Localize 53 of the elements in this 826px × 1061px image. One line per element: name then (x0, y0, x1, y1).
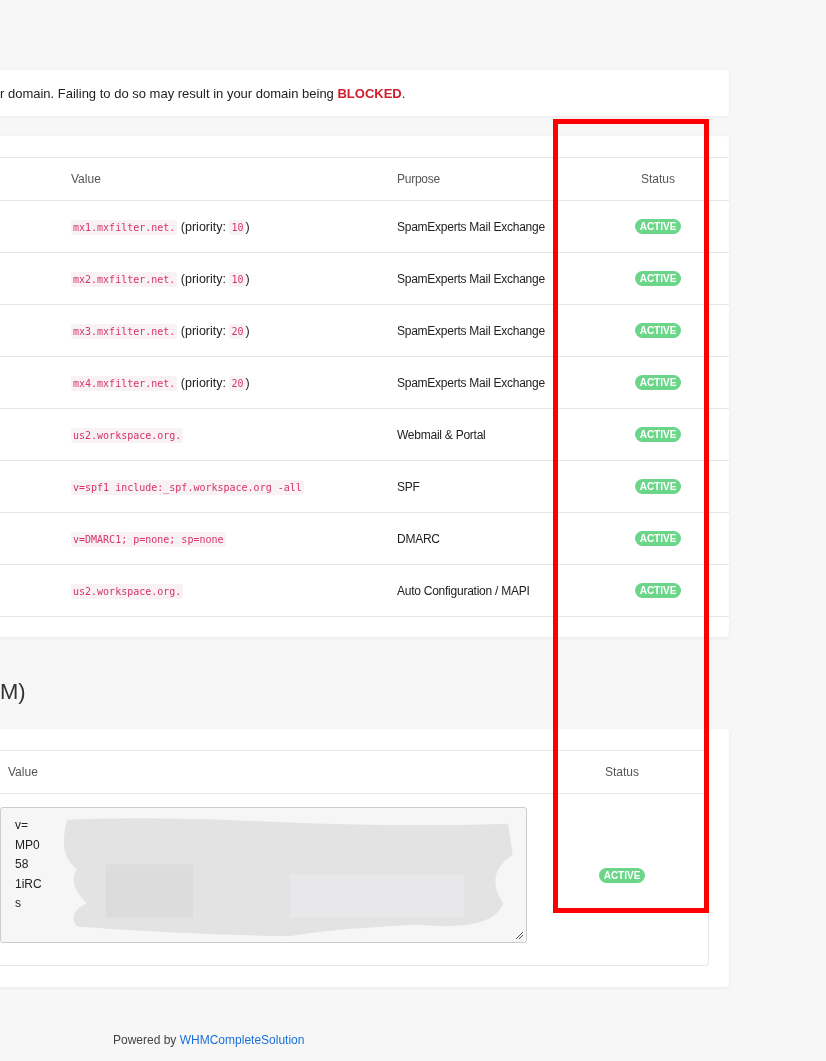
record-value: v=spf1 include:_spf.workspace.org -all (71, 479, 304, 495)
purpose-text: Webmail & Portal (397, 427, 486, 442)
column-header: Value (71, 172, 101, 186)
closing-paren: ) (245, 219, 250, 234)
purpose-text: DMARC (397, 531, 440, 546)
priority-value: 10 (229, 271, 246, 287)
purpose-text: Auto Configuration / MAPI (397, 583, 530, 598)
resize-handle-icon[interactable] (515, 931, 524, 940)
priority-label: (priority: (180, 219, 226, 234)
priority-value: 20 (229, 323, 246, 339)
dkim-value-text: 1iRC (15, 876, 42, 891)
status-badge: ACTIVE (634, 427, 682, 442)
dkim-value-text: 58 (15, 857, 29, 871)
record-value: mx3.mxfilter.net. (71, 323, 178, 339)
purpose-text: SpamExperts Mail Exchange (397, 375, 545, 390)
dkim-value-text: s (15, 896, 21, 910)
priority-value: 10 (229, 219, 246, 235)
record-value: mx1.mxfilter.net. (71, 219, 178, 235)
status-badge: ACTIVE (634, 375, 682, 390)
priority-label: (priority: (180, 323, 226, 338)
column-header: Status (605, 765, 639, 779)
status-badge: ACTIVE (634, 531, 682, 546)
status-badge: ACTIVE (598, 868, 646, 883)
purpose-text: SpamExperts Mail Exchange (397, 271, 545, 286)
closing-paren: ) (245, 271, 250, 286)
footer-text: Powered by (113, 1033, 177, 1047)
record-value: us2.workspace.org. (71, 427, 184, 443)
record-value: mx4.mxfilter.net. (71, 375, 178, 391)
record-value: us2.workspace.org. (71, 583, 184, 599)
footer-link[interactable]: WHMCompleteSolution (179, 1033, 305, 1047)
status-badge: ACTIVE (634, 271, 682, 286)
priority-value: 20 (229, 375, 246, 391)
dkim-value-text: v= (15, 818, 28, 832)
column-header: Status (641, 172, 675, 186)
purpose-text: SPF (397, 479, 420, 494)
section-heading: M) (0, 679, 26, 704)
status-badge: ACTIVE (634, 583, 682, 598)
purpose-text: SpamExperts Mail Exchange (397, 219, 545, 234)
status-badge: ACTIVE (634, 323, 682, 338)
dkim-textarea[interactable]: v= MP0 58 1iRC s (0, 807, 527, 943)
closing-paren: ) (245, 323, 250, 338)
closing-paren: ) (245, 375, 250, 390)
record-value: mx2.mxfilter.net. (71, 271, 178, 287)
status-badge: ACTIVE (634, 219, 682, 234)
dkim-value-text: MP0 (15, 837, 40, 852)
column-header: Purpose (397, 172, 440, 186)
priority-label: (priority: (180, 375, 226, 390)
column-header: Value (8, 765, 38, 779)
priority-label: (priority: (180, 271, 226, 286)
notice-text: r domain. Failing to do so may result in your domain being BLOCKED. (0, 85, 406, 101)
purpose-text: SpamExperts Mail Exchange (397, 323, 545, 338)
status-badge: ACTIVE (634, 479, 682, 494)
record-value: v=DMARC1; p=none; sp=none (71, 531, 226, 547)
